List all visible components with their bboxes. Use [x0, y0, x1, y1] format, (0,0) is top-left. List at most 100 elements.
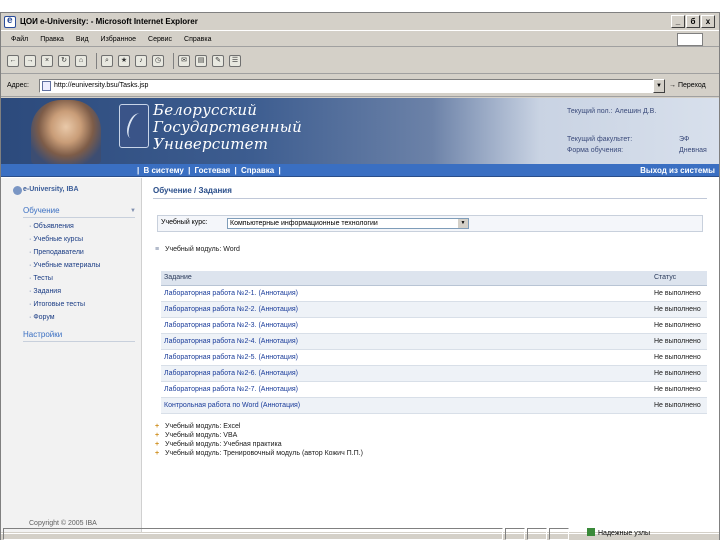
- maximize-button[interactable]: б: [686, 15, 700, 28]
- window-title: ЦОИ e-University: - Microsoft Internet E…: [20, 17, 198, 26]
- nav-system[interactable]: В систему: [143, 166, 183, 175]
- module-label: Учебный модуль: VBA: [165, 432, 238, 439]
- menu-file[interactable]: Файл: [11, 36, 28, 43]
- favorites-icon[interactable]: ★: [118, 54, 130, 67]
- collapse-icon[interactable]: ▼: [130, 208, 136, 214]
- task-link[interactable]: Лабораторная работа №2-3. (Аннотация): [161, 317, 651, 334]
- search-icon[interactable]: ⌕: [101, 54, 113, 67]
- logout-link[interactable]: Выход из системы: [640, 164, 715, 177]
- nav-guest[interactable]: Гостевая: [195, 166, 231, 175]
- discuss-icon[interactable]: ☰: [229, 54, 241, 67]
- module-vba[interactable]: + Учебный модуль: VBA: [155, 432, 237, 439]
- sidebar-item-announcements[interactable]: Объявления: [29, 223, 74, 230]
- table-row: Контрольная работа по Word (Аннотация) Не…: [161, 397, 707, 414]
- task-status: Не выполнено: [651, 349, 707, 366]
- module-practice[interactable]: + Учебный модуль: Учебная практика: [155, 441, 282, 448]
- course-label: Учебный курс:: [161, 219, 208, 226]
- media-icon[interactable]: ♪: [135, 54, 147, 67]
- table-row: Лабораторная работа №2-6. (Аннотация) Не …: [161, 365, 707, 382]
- task-link[interactable]: Лабораторная работа №2-5. (Аннотация): [161, 349, 651, 366]
- copyright: Copyright © 2005 IBA: [29, 520, 97, 527]
- address-url: http://euniversity.bsu/Tasks.jsp: [54, 82, 149, 89]
- student-photo: [31, 100, 101, 164]
- column-status: Статус: [651, 271, 707, 286]
- table-header-row: Задание Статус: [161, 271, 707, 286]
- sidebar-section-learning[interactable]: Обучение: [23, 206, 135, 218]
- task-link[interactable]: Лабораторная работа №2-1. (Аннотация): [161, 285, 651, 302]
- menu-help[interactable]: Справка: [184, 36, 211, 43]
- address-dropdown-button[interactable]: ▼: [653, 79, 665, 93]
- task-link[interactable]: Лабораторная работа №2-6. (Аннотация): [161, 365, 651, 382]
- browser-window: ЦОИ e-University: - Microsoft Internet E…: [0, 12, 720, 540]
- address-label: Адрес:: [7, 82, 29, 89]
- sidebar-section-settings[interactable]: Настройки: [23, 330, 135, 342]
- module-label: Учебный модуль: Тренировочный модуль (ав…: [165, 450, 363, 457]
- menu-tools[interactable]: Сервис: [148, 36, 172, 43]
- task-status: Не выполнено: [651, 333, 707, 350]
- expand-plus-icon[interactable]: +: [155, 450, 165, 457]
- task-link[interactable]: Лабораторная работа №2-4. (Аннотация): [161, 333, 651, 350]
- title-divider: [153, 198, 707, 199]
- table-row: Лабораторная работа №2-2. (Аннотация) Не …: [161, 301, 707, 318]
- sidebar-item-materials[interactable]: Учебные материалы: [29, 262, 100, 269]
- page-viewport: Белорусский Государственный Университет …: [1, 98, 719, 532]
- back-icon[interactable]: ←: [7, 54, 19, 67]
- module-training[interactable]: + Учебный модуль: Тренировочный модуль (а…: [155, 450, 363, 457]
- chevron-down-icon[interactable]: ▼: [458, 219, 468, 228]
- expand-plus-icon[interactable]: +: [155, 423, 165, 430]
- print-icon[interactable]: ▤: [195, 54, 207, 67]
- menu-view[interactable]: Вид: [76, 36, 89, 43]
- zone-label: Надежные узлы: [598, 530, 651, 537]
- sidebar-item-courses[interactable]: Учебные курсы: [29, 236, 83, 243]
- stop-icon[interactable]: ×: [41, 54, 53, 67]
- status-cell: [505, 528, 525, 540]
- sidebar-item-forum[interactable]: Форум: [29, 314, 54, 321]
- status-cell: [527, 528, 547, 540]
- module-label: Учебный модуль: Excel: [165, 423, 241, 430]
- task-link[interactable]: Лабораторная работа №2-2. (Аннотация): [161, 301, 651, 318]
- task-link[interactable]: Контрольная работа по Word (Аннотация): [161, 397, 651, 414]
- ie-logo-icon: [4, 15, 16, 28]
- task-link[interactable]: Лабораторная работа №2-7. (Аннотация): [161, 381, 651, 398]
- forward-icon[interactable]: →: [24, 54, 36, 67]
- sidebar-item-teachers[interactable]: Преподаватели: [29, 249, 84, 256]
- menu-favorites[interactable]: Избранное: [101, 36, 136, 43]
- table-row: Лабораторная работа №2-4. (Аннотация) Не …: [161, 333, 707, 350]
- tasks-table: Задание Статус Лабораторная работа №2-1.…: [161, 271, 707, 414]
- edit-icon[interactable]: ✎: [212, 54, 224, 67]
- task-status: Не выполнено: [651, 301, 707, 318]
- expand-plus-icon[interactable]: +: [155, 432, 165, 439]
- menu-edit[interactable]: Правка: [40, 36, 64, 43]
- nav-help[interactable]: Справка: [241, 166, 274, 175]
- mail-icon[interactable]: ✉: [178, 54, 190, 67]
- column-task: Задание: [161, 271, 651, 286]
- study-form-label: Форма обучения:: [567, 147, 624, 154]
- expand-plus-icon[interactable]: +: [155, 441, 165, 448]
- university-emblem-icon: [119, 104, 149, 148]
- minimize-button[interactable]: _: [671, 15, 685, 28]
- task-status: Не выполнено: [651, 397, 707, 414]
- sidebar-item-tests[interactable]: Тесты: [29, 275, 53, 282]
- address-input[interactable]: http://euniversity.bsu/Tasks.jsp: [39, 79, 665, 93]
- history-icon[interactable]: ◷: [152, 54, 164, 67]
- collapse-module-icon[interactable]: ≡: [155, 246, 165, 253]
- course-select[interactable]: Компьютерные информационные технологии ▼: [227, 218, 469, 229]
- sidebar-item-tasks[interactable]: Задания: [29, 288, 61, 295]
- top-nav: | В систему | Гостевая | Справка | Выход…: [1, 164, 719, 177]
- sidebar-item-final-tests[interactable]: Итоговые тесты: [29, 301, 85, 308]
- user-value: Алешин Д.В.: [615, 108, 657, 115]
- close-button[interactable]: x: [701, 15, 715, 28]
- status-cell: [549, 528, 569, 540]
- home-icon[interactable]: ⌂: [75, 54, 87, 67]
- toolbar-separator: [96, 52, 97, 69]
- current-module[interactable]: ≡ Учебный модуль: Word: [155, 246, 240, 253]
- faculty-label: Текущий факультет:: [567, 136, 633, 143]
- task-status: Не выполнено: [651, 365, 707, 382]
- go-button[interactable]: → Переход: [669, 79, 706, 93]
- module-excel[interactable]: + Учебный модуль: Excel: [155, 423, 240, 430]
- address-bar: Адрес: http://euniversity.bsu/Tasks.jsp …: [1, 75, 719, 97]
- title-bar: ЦОИ e-University: - Microsoft Internet E…: [1, 13, 719, 31]
- refresh-icon[interactable]: ↻: [58, 54, 70, 67]
- sidebar: e-University, IBA Обучение ▼ Объявления …: [1, 178, 142, 532]
- go-label: Переход: [677, 82, 706, 89]
